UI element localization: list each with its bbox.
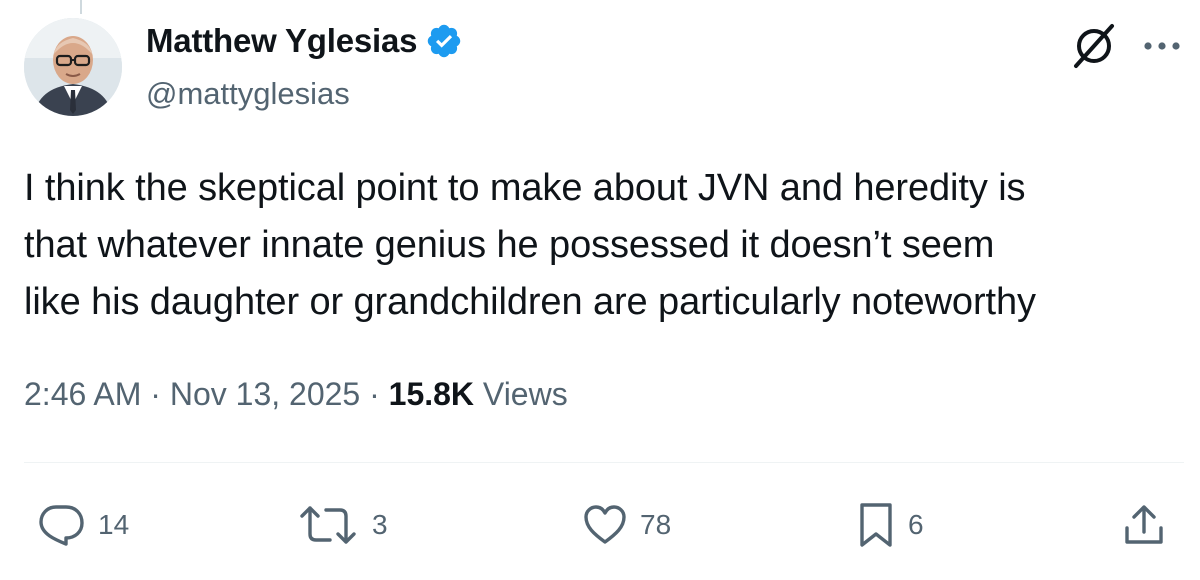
views-count[interactable]: 15.8K bbox=[389, 376, 474, 412]
reply-count: 14 bbox=[98, 509, 130, 540]
author-name-row[interactable]: Matthew Yglesias bbox=[146, 22, 463, 60]
divider bbox=[24, 462, 1184, 463]
repost-button[interactable]: 3 bbox=[296, 502, 388, 548]
grok-icon bbox=[1074, 24, 1114, 68]
more-options-button[interactable] bbox=[1140, 28, 1184, 64]
bookmark-icon bbox=[860, 503, 892, 547]
tweet-text: I think the skeptical point to make abou… bbox=[24, 167, 1036, 323]
share-icon bbox=[1125, 505, 1163, 544]
reply-button[interactable]: 14 bbox=[36, 502, 129, 548]
verified-badge-icon[interactable] bbox=[425, 22, 463, 60]
more-icon bbox=[1144, 42, 1180, 50]
tweet-time[interactable]: 2:46 AM bbox=[24, 376, 141, 412]
share-button[interactable] bbox=[1122, 502, 1166, 548]
repost-icon bbox=[300, 506, 356, 544]
like-button[interactable]: 78 bbox=[582, 502, 671, 548]
grok-button[interactable] bbox=[1068, 22, 1120, 70]
avatar[interactable] bbox=[24, 18, 122, 116]
like-icon bbox=[584, 505, 626, 544]
bookmark-button[interactable]: 6 bbox=[856, 502, 924, 548]
meta-separator: · bbox=[150, 376, 161, 412]
meta-separator: · bbox=[369, 376, 380, 412]
tweet-metadata: 2:46 AM · Nov 13, 2025 · 15.8K Views bbox=[24, 376, 568, 413]
tweet-date[interactable]: Nov 13, 2025 bbox=[170, 376, 360, 412]
author-display-name[interactable]: Matthew Yglesias bbox=[146, 22, 417, 60]
thread-connector-line bbox=[80, 0, 82, 14]
views-label[interactable]: Views bbox=[483, 376, 568, 412]
reply-icon bbox=[39, 505, 84, 546]
bookmark-count: 6 bbox=[908, 509, 924, 540]
repost-count: 3 bbox=[372, 509, 388, 540]
author-handle[interactable]: @mattyglesias bbox=[146, 76, 350, 112]
like-count: 78 bbox=[640, 509, 672, 540]
